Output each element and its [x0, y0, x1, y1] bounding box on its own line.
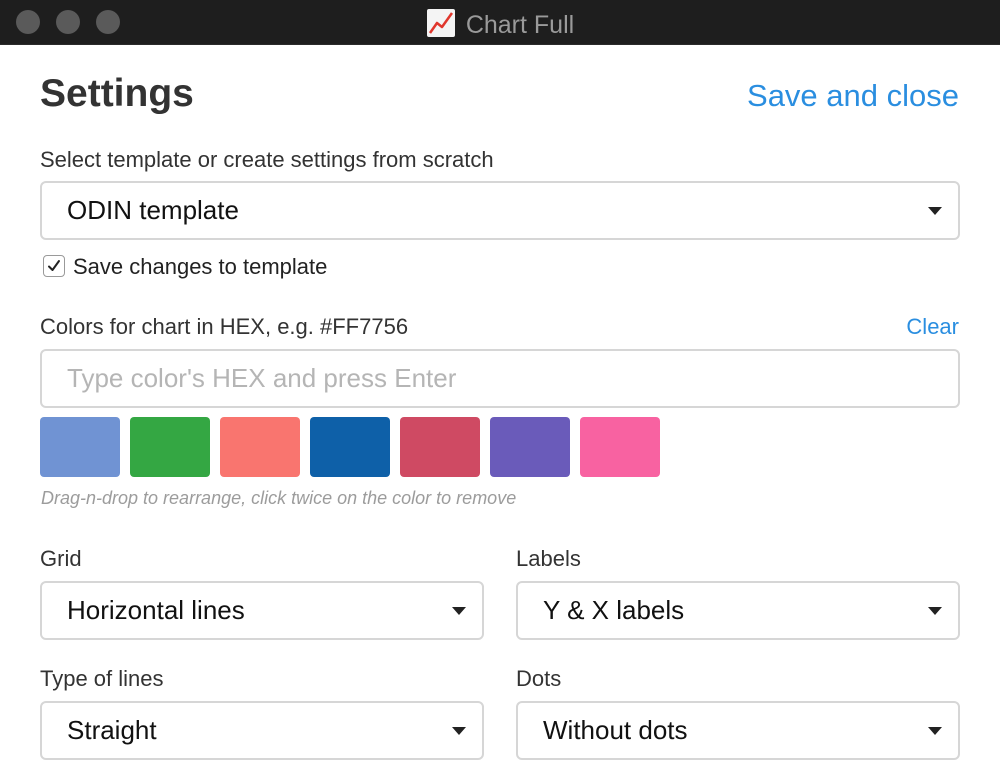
chevron-down-icon: [928, 607, 942, 615]
hex-color-input[interactable]: [40, 349, 960, 408]
dots-select-value: Without dots: [543, 715, 688, 745]
dots-select[interactable]: Without dots: [516, 701, 960, 760]
color-swatch[interactable]: [580, 417, 660, 477]
save-changes-checkbox[interactable]: [43, 255, 65, 277]
checkmark-icon: [48, 260, 60, 271]
chevron-down-icon: [928, 727, 942, 735]
template-select[interactable]: ODIN template: [40, 181, 960, 240]
window-titlebar: Chart Full: [0, 0, 1000, 45]
color-swatch[interactable]: [40, 417, 120, 477]
window-title: Chart Full: [0, 8, 1000, 39]
save-and-close-link[interactable]: Save and close: [747, 78, 959, 114]
chevron-down-icon: [452, 727, 466, 735]
chevron-down-icon: [452, 607, 466, 615]
color-swatch[interactable]: [400, 417, 480, 477]
window-title-text: Chart Full: [465, 11, 575, 39]
clear-colors-link[interactable]: Clear: [906, 314, 959, 340]
line-type-select[interactable]: Straight: [40, 701, 484, 760]
chart-line-icon: [426, 8, 456, 38]
grid-label: Grid: [40, 546, 82, 571]
color-swatch[interactable]: [220, 417, 300, 477]
colors-label: Colors for chart in HEX, e.g. #FF7756: [40, 314, 409, 339]
labels-select-value: Y & X labels: [543, 595, 685, 625]
dots-label: Dots: [516, 666, 562, 691]
save-changes-label: Save changes to template: [73, 254, 328, 279]
labels-label: Labels: [516, 546, 581, 571]
line-type-select-value: Straight: [67, 715, 157, 745]
template-label: Select template or create settings from …: [40, 147, 494, 172]
settings-panel: Settings Save and close Select template …: [0, 44, 1000, 760]
labels-select[interactable]: Y & X labels: [516, 581, 960, 640]
color-swatch[interactable]: [310, 417, 390, 477]
swatch-hint: Drag-n-drop to rearrange, click twice on…: [41, 488, 517, 508]
grid-select-value: Horizontal lines: [67, 595, 245, 625]
page-title: Settings: [40, 72, 194, 115]
line-type-label: Type of lines: [40, 666, 164, 691]
color-swatch[interactable]: [490, 417, 570, 477]
template-select-value: ODIN template: [67, 195, 239, 225]
chevron-down-icon: [928, 207, 942, 215]
grid-select[interactable]: Horizontal lines: [40, 581, 484, 640]
color-swatch[interactable]: [130, 417, 210, 477]
